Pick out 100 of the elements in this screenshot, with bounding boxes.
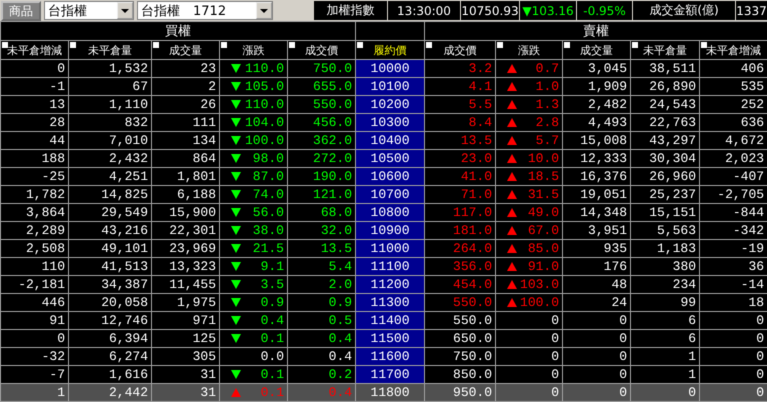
table-cell: 25,237: [649, 187, 696, 202]
table-row[interactable]: -2,181 34,387 11,455 3.5 2.0 11200 454.0 103.0 48 234 -14: [0, 276, 767, 294]
table-row[interactable]: 2,508 49,101 23,969 21.5 13.5 11000 264.0 85.0 935 1,183 -19: [0, 240, 767, 258]
table-row[interactable]: 44 7,010 134 100.0 362.0 10400 13.5 5.7 15,008 43,297 4,672: [0, 132, 767, 150]
change-value: 18.5: [528, 169, 560, 184]
table-cell: 1,183: [657, 241, 696, 256]
table-row[interactable]: 446 20,058 1,975 0.9 0.9 11300 550.0 100.0 24 99 18: [0, 294, 767, 312]
table-row[interactable]: -7 1,616 31 0.1 0.2 11700 850.0 0 0 1 0: [0, 366, 767, 384]
price-value: 32.0: [320, 223, 352, 238]
price-value: 550.0: [313, 97, 352, 112]
change-value: 100.0: [244, 133, 284, 148]
change-value: 10.0: [528, 151, 560, 166]
table-cell: 34,387: [101, 277, 148, 292]
table-row[interactable]: 1 2,442 31 0.1 0.4 11800 950.0 0 0 0 0: [0, 384, 767, 402]
strike-cell: 10900: [356, 222, 425, 240]
table-cell: 1,975: [176, 295, 216, 310]
table-row[interactable]: 0 1,532 23 110.0 750.0 10000 3.2 0.7 3,045 38,511 406: [0, 60, 767, 78]
table-row[interactable]: 28 832 111 104.0 456.0 10300 8.4 2.8 4,493 22,763 636: [0, 114, 767, 132]
strike-cell: 11300: [356, 294, 425, 312]
table-cell: 91: [49, 313, 65, 328]
table-cell: 1: [688, 349, 696, 364]
table-cell: 252: [740, 97, 764, 112]
price-value: 454.0: [453, 277, 492, 292]
change-value: 21.5: [252, 241, 284, 256]
change-value: 87.0: [252, 169, 284, 184]
change-value: 56.0: [252, 205, 284, 220]
strike-cell: 11000: [356, 240, 425, 258]
table-cell: 11,455: [169, 277, 216, 292]
table-cell: 15,008: [580, 133, 628, 148]
square-icon: [221, 42, 227, 48]
table-cell: 3,951: [588, 223, 628, 238]
table-row[interactable]: 91 12,746 971 0.4 0.5 11400 550.0 0 0 6 0: [0, 312, 767, 330]
change-value: 1.0: [536, 79, 560, 94]
table-row[interactable]: 1,782 14,825 6,188 74.0 121.0 10700 71.0 31.5 19,051 25,237 -2,705: [0, 186, 767, 204]
table-cell: 38,511: [649, 61, 696, 76]
change-value: 0: [551, 331, 560, 346]
strike-cell: 11100: [356, 258, 425, 276]
table-cell: 2,442: [108, 385, 148, 400]
table-row[interactable]: 2,289 43,216 22,301 38.0 32.0 10900 181.0 67.0 3,951 5,563 -342: [0, 222, 767, 240]
table-cell: 24,543: [649, 97, 696, 112]
table-cell: 26,960: [649, 169, 696, 184]
price-value: 5.5: [468, 97, 492, 112]
table-row[interactable]: 3,864 29,549 15,900 56.0 68.0 10800 117.0 49.0 14,348 15,151 -844: [0, 204, 767, 222]
table-cell: 5,563: [657, 223, 696, 238]
table-cell: 2,432: [108, 151, 148, 166]
table-row[interactable]: 110 41,513 13,323 9.1 5.4 11100 356.0 91.0 176 380 36: [0, 258, 767, 276]
change-value: 100.0: [520, 295, 560, 310]
change-value: 98.0: [252, 151, 284, 166]
price-value: 71.0: [460, 187, 492, 202]
change-value: 0.9: [260, 295, 284, 310]
strike-cell: 10700: [356, 186, 425, 204]
contract-dropdown[interactable]: 台指權 1712: [137, 1, 273, 20]
table-cell: 43,216: [101, 223, 148, 238]
table-cell: -342: [732, 223, 764, 238]
table-cell: 188: [42, 151, 65, 166]
table-cell: 2: [208, 79, 216, 94]
table-row[interactable]: 188 2,432 864 98.0 272.0 10500 23.0 10.0 12,333 30,304 2,023: [0, 150, 767, 168]
price-value: 41.0: [460, 169, 492, 184]
table-cell: 49,101: [101, 241, 148, 256]
table-cell: 1: [688, 367, 696, 382]
table-row[interactable]: 13 1,110 26 110.0 550.0 10200 5.5 1.3 2,482 24,543 252: [0, 96, 767, 114]
table-cell: 13: [49, 97, 65, 112]
change-value: 38.0: [252, 223, 284, 238]
table-row[interactable]: -1 67 2 105.0 655.0 10100 4.1 1.0 1,909 26,890 535: [0, 78, 767, 96]
table-cell: 13,323: [169, 259, 216, 274]
table-cell: 446: [42, 295, 65, 310]
change-value: 0.1: [260, 385, 284, 400]
product-button[interactable]: 商品: [1, 0, 41, 20]
change-value: 110.0: [244, 97, 284, 112]
table-cell: 305: [192, 349, 216, 364]
table-row[interactable]: -25 4,251 1,801 87.0 190.0 10600 41.0 18.5 16,376 26,960 -407: [0, 168, 767, 186]
product-dropdown[interactable]: 台指權: [44, 1, 134, 20]
strike-cell: 10100: [356, 78, 425, 96]
table-cell: 2,023: [725, 151, 764, 166]
price-value: 550.0: [453, 313, 492, 328]
table-cell: 31: [200, 367, 216, 382]
turnover-label: 成交金額(億): [633, 1, 735, 20]
table-cell: 110: [42, 259, 65, 274]
price-value: 117.0: [453, 205, 492, 220]
table-row[interactable]: -32 6,274 305 0.0 0.4 11600 750.0 0 0 1 0: [0, 348, 767, 366]
table-cell: 0: [57, 61, 65, 76]
table-cell: 0: [756, 385, 764, 400]
table-cell: 2,482: [588, 97, 628, 112]
table-cell: 12,746: [101, 313, 148, 328]
table-cell: 1: [57, 385, 65, 400]
table-cell: -14: [740, 277, 764, 292]
price-value: 850.0: [453, 367, 492, 382]
table-cell: 67: [132, 79, 148, 94]
table-cell: 406: [740, 61, 764, 76]
price-value: 181.0: [453, 223, 492, 238]
table-row[interactable]: 0 6,394 125 0.1 0.4 11500 650.0 0 0 6 0: [0, 330, 767, 348]
table-cell: 7,010: [108, 133, 148, 148]
put-section-header: 賣權: [424, 22, 767, 40]
table-cell: 18: [748, 295, 764, 310]
price-value: 8.4: [468, 115, 492, 130]
strike-cell: 10300: [356, 114, 425, 132]
table-cell: 14,825: [101, 187, 148, 202]
table-cell: 1,909: [588, 79, 628, 94]
table-cell: 971: [192, 313, 216, 328]
change-value: 1.3: [536, 97, 560, 112]
